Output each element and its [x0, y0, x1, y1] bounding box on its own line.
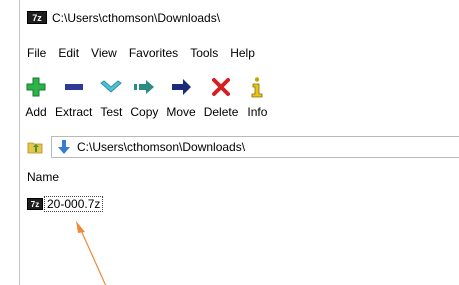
- 7z-archive-icon: 7z: [27, 198, 43, 210]
- move-button[interactable]: Move: [162, 76, 199, 128]
- path-field[interactable]: C:\Users\cthomson\Downloads\: [51, 136, 459, 158]
- move-label: Move: [166, 105, 196, 119]
- test-label: Test: [100, 105, 123, 119]
- copy-button[interactable]: Copy: [126, 76, 162, 128]
- toolbar: Add Extract Test Copy Move Delete Info: [20, 76, 272, 128]
- folder-up-icon[interactable]: [27, 139, 43, 155]
- menu-help[interactable]: Help: [224, 46, 261, 60]
- address-bar: C:\Users\cthomson\Downloads\: [20, 135, 459, 159]
- delete-label: Delete: [203, 105, 239, 119]
- info-icon: [252, 77, 263, 98]
- add-button[interactable]: Add: [20, 76, 51, 128]
- info-label: Info: [247, 105, 268, 119]
- extract-label: Extract: [55, 105, 93, 119]
- file-name: 20-000.7z: [44, 196, 104, 212]
- copy-arrow-icon: [134, 80, 155, 94]
- path-text: C:\Users\cthomson\Downloads\: [77, 140, 246, 154]
- menu-favorites[interactable]: Favorites: [123, 46, 184, 60]
- down-arrow-icon: [58, 140, 70, 154]
- add-label: Add: [25, 105, 47, 119]
- menu-edit[interactable]: Edit: [52, 46, 85, 60]
- test-button[interactable]: Test: [96, 76, 126, 128]
- info-button[interactable]: Info: [242, 76, 272, 128]
- move-arrow-icon: [172, 79, 192, 95]
- plus-icon: [26, 77, 46, 97]
- copy-label: Copy: [130, 105, 159, 119]
- menu-tools[interactable]: Tools: [184, 46, 224, 60]
- file-list: Name 7z 20-000.7z: [20, 167, 459, 285]
- window-title: C:\Users\cthomson\Downloads\: [52, 10, 221, 25]
- column-header-name[interactable]: Name: [27, 170, 59, 184]
- app-window: 7z C:\Users\cthomson\Downloads\ File Edi…: [19, 0, 459, 285]
- delete-button[interactable]: Delete: [200, 76, 243, 128]
- menu-bar: File Edit View Favorites Tools Help: [20, 43, 261, 63]
- menu-view[interactable]: View: [85, 46, 123, 60]
- extract-button[interactable]: Extract: [51, 76, 96, 128]
- menu-file[interactable]: File: [20, 46, 52, 60]
- title-bar: 7z C:\Users\cthomson\Downloads\: [20, 0, 459, 35]
- 7zip-app-icon: 7z: [27, 11, 47, 24]
- delete-x-icon: [212, 78, 231, 96]
- checkmark-icon: [100, 80, 123, 93]
- file-row[interactable]: 7z 20-000.7z: [27, 196, 104, 212]
- minus-icon: [64, 84, 83, 90]
